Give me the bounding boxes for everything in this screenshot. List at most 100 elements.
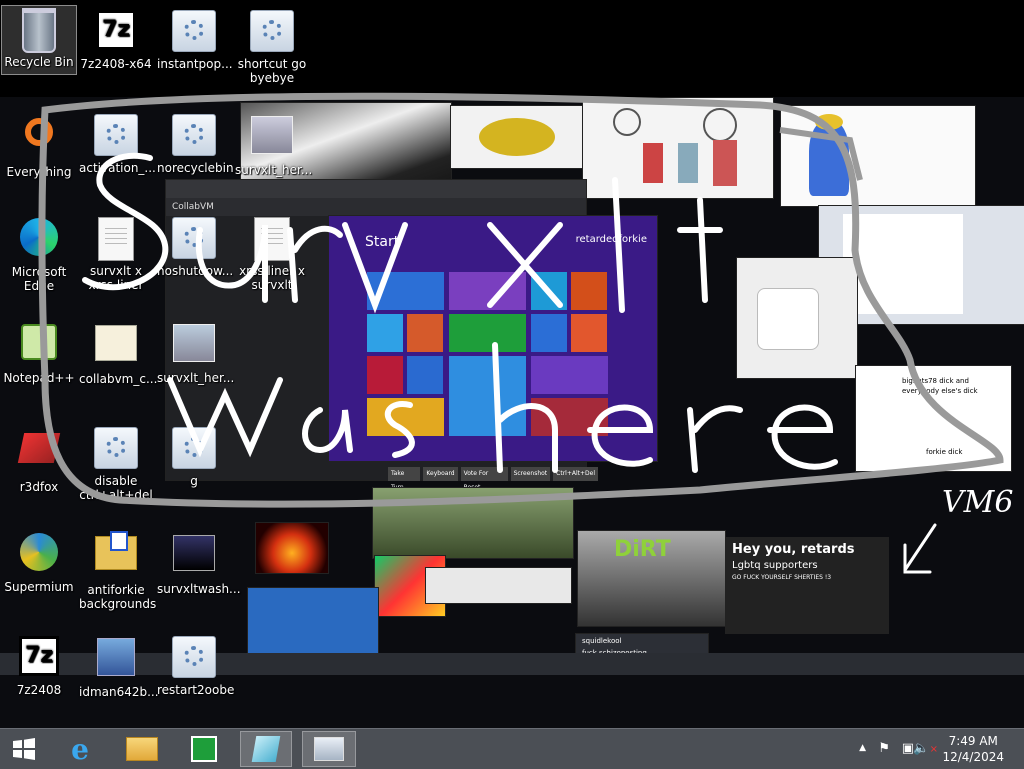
desktop-icon-survxlt-her-1[interactable]: survxlt_her...	[235, 112, 312, 177]
script-icon	[172, 10, 216, 52]
desktop-icon-g[interactable]: g	[157, 425, 231, 488]
desktop-icon-everything[interactable]: Everything	[2, 112, 76, 179]
desktop-icon-antiforkie-backgrounds[interactable]: antiforkie backgrounds	[79, 528, 157, 611]
desktop-icon-supermium[interactable]: Supermium	[2, 530, 76, 594]
store-icon	[191, 736, 217, 762]
taskbar-app-2[interactable]	[302, 731, 356, 767]
taskbar-app-1[interactable]	[240, 731, 292, 767]
image-icon	[251, 116, 293, 154]
script-icon	[250, 10, 294, 52]
icon-label: xrss liner x survxlt	[239, 264, 305, 292]
wallpaper-explosion	[255, 522, 329, 574]
notepad-plus-plus-icon	[21, 324, 57, 360]
edge-icon	[20, 218, 58, 256]
script-icon	[172, 217, 216, 259]
wallpaper-chat-panel: bignuts78 dick and everybody else's dick…	[855, 365, 1012, 472]
desktop-icon-7z2408[interactable]: 7z 7z2408	[2, 634, 76, 697]
7zip-icon: 7z	[96, 10, 136, 50]
script-icon	[94, 114, 138, 156]
tile-desktop	[367, 398, 444, 436]
wallpaper-phone	[247, 587, 379, 654]
desktop-icon-r3dfox[interactable]: r3dfox	[2, 425, 76, 494]
monitor-icon	[314, 737, 344, 761]
taskbar-file-explorer[interactable]	[118, 731, 166, 767]
desktop-icon-collabvm[interactable]: collabvm_c...	[79, 320, 157, 386]
icon-label: survxltwash...	[157, 582, 241, 596]
wallpaper-dirt-cover: DiRT	[577, 530, 726, 627]
desktop-icon-idman642b[interactable]: idman642b...	[79, 634, 159, 699]
desktop[interactable]: CollabVM Start retardedforkie Take Turn …	[0, 0, 1024, 728]
desktop-icon-activation[interactable]: activation_...	[79, 112, 156, 175]
icon-label: shortcut go byebye	[237, 57, 307, 85]
tile-video	[367, 356, 403, 394]
tile-ie	[531, 314, 567, 352]
r3dfox-icon	[17, 433, 61, 463]
everything-icon	[25, 118, 53, 146]
start-screen-user: retardedforkie	[575, 234, 647, 245]
start-button[interactable]	[0, 731, 48, 767]
taskbar-store[interactable]	[180, 731, 228, 767]
tray-clock[interactable]: 7:49 AM 12/4/2024	[942, 733, 1004, 765]
banner-title: Hey you, retards	[732, 542, 855, 557]
desktop-icon-7z2408-x64[interactable]: 7z 7z2408-x64	[79, 8, 153, 71]
script-icon	[172, 114, 216, 156]
recycle-bin-icon	[22, 8, 56, 53]
tray-network-icon[interactable]: ▣	[902, 741, 914, 756]
ie-icon: e	[71, 732, 89, 766]
icon-label: survxlt_her...	[157, 371, 235, 385]
desktop-icon-restart2oobe[interactable]: restart2oobe	[157, 634, 234, 697]
vm-button: Take Turn	[388, 467, 421, 491]
desktop-icon-noshutdow[interactable]: noshutdow...	[157, 215, 233, 278]
icon-label: g	[190, 474, 198, 488]
icon-label: 7z2408	[16, 683, 62, 697]
wallpaper-banner: Hey you, retards Lgbtq supporters GO FUC…	[725, 537, 889, 634]
vm-button: Ctrl+Alt+Del	[553, 467, 598, 481]
tray-show-hidden-icon[interactable]: ▲	[859, 743, 866, 753]
start-screen-title: Start	[365, 234, 400, 250]
wallpaper-car-2	[425, 567, 572, 604]
wallpaper-collage: CollabVM Start retardedforkie Take Turn …	[0, 97, 1024, 728]
tile-weather	[449, 356, 526, 436]
clock-date: 12/4/2024	[942, 750, 1004, 764]
tile-finance	[449, 314, 526, 352]
desktop-icon-survxlt-x-xrss-liner[interactable]: survxlt x xrss liner	[79, 215, 153, 292]
desktop-icon-instantpop[interactable]: instantpop...	[157, 8, 233, 71]
desktop-icon-recycle-bin[interactable]: Recycle Bin	[1, 5, 77, 75]
wallpaper-blue-cat	[780, 105, 976, 207]
document-icon	[98, 217, 134, 261]
script-icon	[172, 427, 216, 469]
desktop-icon-xrss-liner-x-survxlt[interactable]: xrss liner x survxlt	[235, 215, 309, 292]
tile-people	[407, 314, 443, 352]
tray-volume-muted-icon[interactable]: 🔈×	[913, 741, 938, 756]
vm-button: Vote For Reset	[460, 467, 508, 491]
icon-label: antiforkie backgrounds	[79, 583, 157, 611]
clock-time: 7:49 AM	[948, 734, 998, 748]
icon-label: idman642b...	[79, 685, 159, 699]
desktop-icon-disable-ctrl-alt-del[interactable]: disable ctrl+alt+del	[79, 425, 153, 502]
taskbar: e ▲ ⚑ ▣ 🔈× 7:49 AM 12/4/2024	[0, 728, 1024, 769]
desktop-icon-survxltwash[interactable]: survxltwash...	[157, 530, 241, 596]
tray-flag-icon[interactable]: ⚑	[878, 741, 890, 756]
desktop-icon-microsoft-edge[interactable]: Microsoft Edge	[2, 215, 76, 293]
desktop-icon-survxlt-her-2[interactable]: survxlt_her...	[157, 320, 235, 385]
tile-calendar	[449, 272, 526, 310]
tile-help	[571, 314, 607, 352]
wallpaper-vm-taskbar	[0, 653, 1024, 675]
banner-sub: Lgbtq supporters	[732, 560, 818, 571]
collabvm-header: CollabVM	[166, 198, 586, 216]
desktop-icon-norecyclebin[interactable]: norecyclebin	[157, 112, 234, 175]
banner-line: GO FUCK YOURSELF SHERTIES !3	[732, 574, 832, 581]
chat-text-2: forkie dick	[926, 448, 963, 456]
certificate-icon	[95, 325, 137, 361]
image-icon	[173, 535, 215, 571]
icon-label: survxlt x xrss liner	[88, 264, 144, 292]
taskbar-internet-explorer[interactable]: e	[56, 731, 104, 767]
document-icon	[254, 217, 290, 261]
desktop-icon-shortcut-go-byebye[interactable]: shortcut go byebye	[235, 8, 309, 85]
tile-music	[571, 272, 607, 310]
wallpaper-cartoon-family	[582, 97, 774, 199]
desktop-icon-notepad-plus-plus[interactable]: Notepad++	[2, 320, 76, 385]
wallpaper-jeep	[372, 487, 574, 559]
icon-label: Microsoft Edge	[11, 265, 67, 293]
icon-label: Notepad++	[3, 371, 75, 385]
